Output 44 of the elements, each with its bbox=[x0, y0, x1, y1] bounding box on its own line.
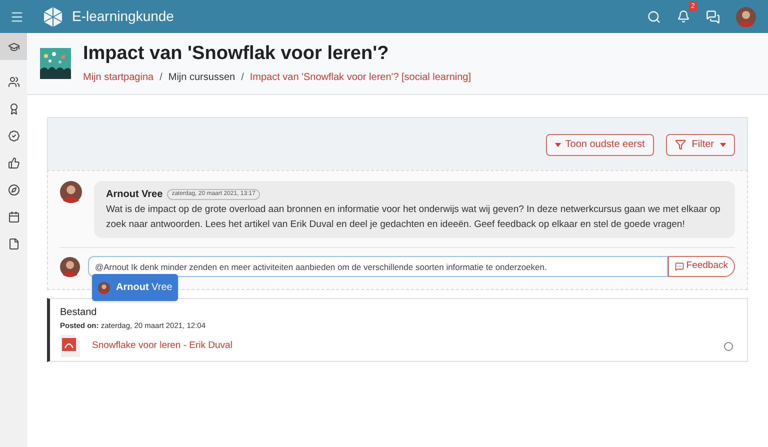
reply-avatar bbox=[60, 256, 80, 276]
breadcrumb-separator: / bbox=[241, 70, 244, 85]
logo-icon bbox=[42, 6, 64, 28]
feedback-button[interactable]: Feedback bbox=[668, 256, 735, 277]
graduation-cap-icon bbox=[8, 40, 20, 52]
sort-button[interactable]: Toon oudste eerst bbox=[546, 134, 654, 156]
messages-button[interactable] bbox=[706, 10, 720, 24]
breadcrumb-item: Mijn cursussen bbox=[168, 70, 236, 85]
post-text: Wat is de impact op de grote overload aan bronnen en informatie voor het onderwijs wat wij geven? In deze netwerkcursus gaan we met elkaar op zoek naar antwoorden. Lees het artikel van Erik Duval en deel je gedachten en ideeën. Geef feedback op elkaar en stel de goede vragen! bbox=[106, 203, 722, 232]
funnel-icon bbox=[674, 139, 686, 150]
users-icon bbox=[8, 76, 20, 88]
filter-button[interactable]: Filter bbox=[666, 134, 735, 156]
search-button[interactable] bbox=[647, 10, 661, 24]
user-avatar-icon bbox=[736, 6, 756, 26]
notifications-button[interactable] bbox=[677, 10, 690, 23]
thumbs-up-icon bbox=[8, 156, 20, 168]
caret-icon bbox=[720, 142, 726, 146]
pdf-file-icon bbox=[60, 335, 80, 358]
author-name: Arnout Vree bbox=[106, 188, 163, 202]
bell-icon bbox=[677, 10, 690, 23]
menu-icon bbox=[10, 10, 24, 24]
page-title: Impact van 'Snowflak voor leren'? bbox=[83, 42, 390, 66]
file-card-title: Bestand bbox=[60, 306, 98, 320]
author-avatar bbox=[60, 181, 82, 203]
breadcrumb-separator: / bbox=[160, 70, 162, 85]
reply-field[interactable]: @Arnout Ik denk minder zenden en meer activiteiten aanbieden om de verschillende soorten informatie te onderzoeken. bbox=[88, 256, 668, 277]
user-avatar-button[interactable] bbox=[736, 6, 756, 26]
calendar-icon bbox=[8, 210, 20, 222]
speech-bubble-icon bbox=[675, 262, 684, 271]
breadcrumb-link[interactable]: Mijn startpagina bbox=[83, 70, 154, 85]
suggestion-avatar bbox=[98, 282, 110, 294]
file-icon bbox=[8, 238, 20, 250]
award-icon bbox=[8, 102, 20, 114]
sidebar-item[interactable] bbox=[0, 33, 27, 60]
site-name: E-learningkunde bbox=[72, 7, 174, 26]
chat-icon bbox=[706, 10, 720, 24]
badge-check-icon bbox=[8, 130, 20, 142]
select-radio[interactable] bbox=[724, 342, 733, 351]
compass-icon bbox=[8, 184, 20, 196]
mention-suggestion[interactable]: Arnout Vree bbox=[92, 274, 178, 301]
file-link[interactable]: Snowflake voor leren - Erik Duval bbox=[92, 339, 232, 354]
caret-icon bbox=[555, 142, 562, 146]
breadcrumb-link[interactable]: Impact van 'Snowflak voor leren'? [social learning] bbox=[250, 70, 472, 85]
search-icon bbox=[647, 10, 661, 24]
